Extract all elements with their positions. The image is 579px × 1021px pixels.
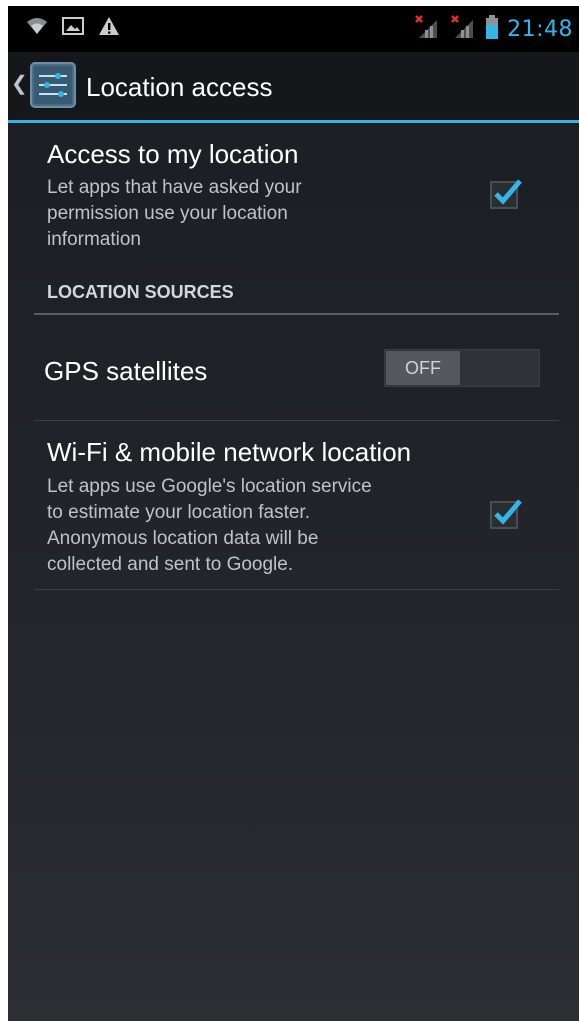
status-bar: 21:48 (8, 6, 579, 52)
gps-title: GPS satellites (44, 356, 208, 386)
page-title: Location access (86, 72, 273, 102)
warning-icon (98, 16, 120, 41)
gps-toggle-switch[interactable]: OFF (384, 349, 540, 387)
access-location-preference[interactable]: Access to my location Let apps that have… (8, 123, 579, 263)
wifi-signal-icon (26, 16, 48, 41)
access-location-checkbox[interactable] (490, 179, 522, 209)
access-location-title: Access to my location (47, 139, 299, 169)
notification-icons (26, 16, 120, 41)
section-divider (34, 313, 559, 315)
wifi-location-checkbox[interactable] (490, 499, 522, 529)
screen: 21:48 ❮ Location access Access to my loc… (8, 6, 579, 1021)
sim2-signal-no-service-icon (449, 14, 477, 45)
access-location-summary: Let apps that have asked your permission… (47, 177, 302, 250)
checkmark-icon (494, 179, 522, 205)
action-bar[interactable]: ❮ Location access (8, 52, 579, 120)
system-icons: 21:48 (413, 14, 573, 45)
settings-sliders-icon[interactable] (30, 62, 76, 108)
image-notification-icon (62, 16, 84, 41)
wifi-location-summary: Let apps use Google's location service t… (47, 476, 372, 575)
battery-icon (485, 14, 499, 45)
chevron-left-icon[interactable]: ❮ (11, 74, 28, 94)
wifi-location-preference[interactable]: Wi-Fi & mobile network location Let apps… (8, 421, 579, 589)
wifi-location-title: Wi-Fi & mobile network location (47, 437, 412, 467)
location-sources-header: LOCATION SOURCES (47, 282, 234, 302)
clock: 21:48 (507, 17, 573, 42)
gps-toggle-label: OFF (386, 351, 460, 385)
checkmark-icon (494, 499, 522, 525)
sim1-signal-no-service-icon (413, 14, 441, 45)
list-divider (34, 589, 559, 590)
